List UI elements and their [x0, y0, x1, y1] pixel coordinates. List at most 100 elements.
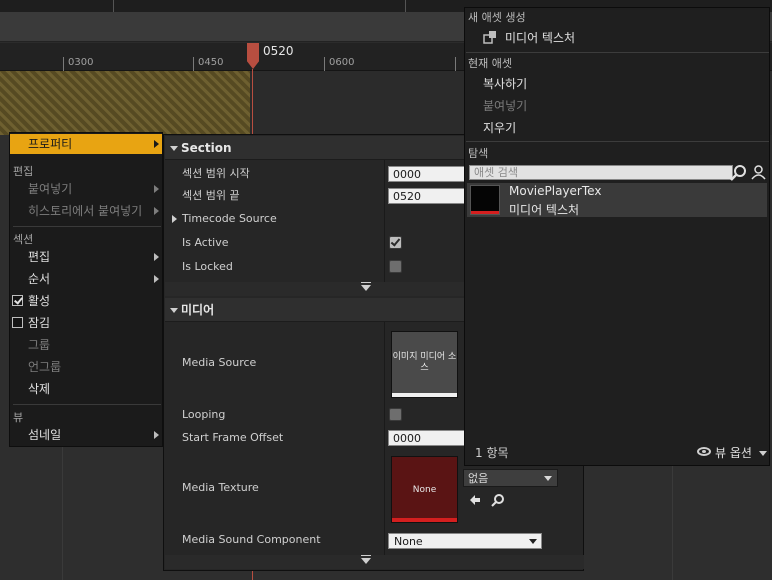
- view-options-label: 뷰 옵션: [715, 446, 752, 460]
- new-asset-icon: [483, 31, 496, 44]
- menu-item-ungroup[interactable]: 언그룹: [10, 357, 162, 377]
- is-active-checkbox[interactable]: [389, 236, 402, 249]
- range-start-input[interactable]: 0000: [388, 166, 468, 182]
- prop-label: Start Frame Offset: [182, 431, 284, 444]
- menu-item-delete[interactable]: 삭제: [10, 379, 162, 399]
- prop-label: Looping: [182, 408, 226, 421]
- collapse-arrow-icon: [170, 146, 178, 151]
- clear-item[interactable]: 지우기: [483, 119, 516, 136]
- prop-label: Media Sound Component: [182, 533, 321, 546]
- is-locked-checkbox[interactable]: [389, 260, 402, 273]
- locked-checkbox[interactable]: [12, 317, 23, 328]
- collapse-arrow-icon: [170, 308, 178, 313]
- expand-down-icon: [361, 555, 371, 564]
- thumbnail-type-bar: [392, 393, 457, 397]
- playhead-time-label: 0520: [263, 44, 294, 58]
- menu-header-edit: 편집: [13, 165, 34, 178]
- menu-item-properties[interactable]: 프로퍼티: [10, 134, 162, 154]
- menu-header-current-asset: 현재 애셋: [468, 57, 512, 70]
- chevron-down-icon: [529, 539, 537, 544]
- ruler-label: 0300: [68, 57, 94, 68]
- create-media-texture-item[interactable]: 미디어 텍스처: [505, 29, 575, 46]
- ruler-tick: [455, 57, 456, 71]
- menu-item-order[interactable]: 순서: [10, 269, 162, 289]
- prop-label: Is Locked: [182, 260, 233, 273]
- asset-name: MoviePlayerTex: [509, 184, 602, 198]
- ruler-tick: [193, 57, 194, 71]
- thumbnail-type-bar: [471, 211, 499, 214]
- menu-item-label: 활성: [28, 294, 51, 308]
- menu-separator: [466, 141, 769, 142]
- menu-item-label: 붙여넣기: [28, 182, 73, 196]
- prop-label: 섹션 범위 시작: [182, 167, 250, 180]
- asset-thumbnail: [470, 185, 500, 215]
- media-source-thumbnail[interactable]: 이미지 미디어 소스: [391, 331, 458, 398]
- menu-item-label: 순서: [28, 272, 51, 286]
- submenu-arrow-icon: [154, 253, 159, 261]
- media-texture-thumbnail[interactable]: None: [391, 456, 458, 523]
- browse-search-icon[interactable]: [491, 493, 505, 507]
- asset-picker-menu: 새 애셋 생성 미디어 텍스처 현재 애셋 복사하기 붙여넣기 지우기 탐색 애…: [464, 7, 770, 466]
- menu-separator: [13, 404, 161, 405]
- media-section-bar[interactable]: [0, 71, 250, 135]
- menu-item-label: 잠김: [28, 316, 51, 330]
- menu-item-paste[interactable]: 붙여넣기: [10, 179, 162, 199]
- menu-header-section: 섹션: [13, 233, 34, 246]
- menu-header-browse: 탐색: [468, 147, 489, 160]
- menu-separator: [466, 52, 769, 53]
- ruler-label: 0450: [198, 57, 224, 68]
- thumbnail-type-bar: [392, 518, 457, 522]
- prop-label: Is Active: [182, 236, 229, 249]
- asset-list-item[interactable]: MoviePlayerTex 미디어 텍스처: [467, 183, 767, 217]
- search-icon[interactable]: [730, 164, 747, 181]
- menu-item-paste-history[interactable]: 히스토리에서 붙여넣기: [10, 201, 162, 221]
- eye-icon: [697, 447, 711, 456]
- prop-label: Timecode Source: [182, 212, 277, 225]
- menu-item-edit[interactable]: 편집: [10, 247, 162, 267]
- media-sound-dropdown[interactable]: None: [388, 533, 542, 549]
- looping-checkbox[interactable]: [389, 408, 402, 421]
- ruler-label: 0600: [329, 57, 355, 68]
- range-end-input[interactable]: 0520: [388, 188, 468, 204]
- top-tick: [405, 0, 406, 12]
- view-options-button[interactable]: 뷰 옵션: [697, 444, 767, 461]
- menu-item-label: 편집: [28, 250, 51, 264]
- menu-item-thumbnail[interactable]: 섬네일: [10, 425, 162, 445]
- dropdown-value: 없음: [468, 472, 489, 485]
- paste-item[interactable]: 붙여넣기: [483, 97, 527, 114]
- item-count: 1 항목: [475, 446, 509, 460]
- prop-label: Media Source: [182, 356, 257, 369]
- submenu-arrow-icon: [154, 431, 159, 439]
- menu-item-locked[interactable]: 잠김: [10, 313, 162, 333]
- copy-item[interactable]: 복사하기: [483, 75, 527, 92]
- submenu-arrow-icon: [154, 207, 159, 215]
- asset-type: 미디어 텍스처: [509, 203, 580, 217]
- thumbnail-text: None: [412, 485, 437, 495]
- category-title: Section: [181, 141, 232, 155]
- media-texture-dropdown[interactable]: 없음: [463, 469, 558, 487]
- asset-search-input[interactable]: 애셋 검색: [469, 165, 733, 180]
- submenu-arrow-icon: [154, 140, 159, 148]
- menu-item-label: 그룹: [28, 338, 51, 352]
- active-checkbox[interactable]: [12, 295, 23, 306]
- menu-separator: [13, 226, 161, 227]
- menu-item-label: 섬네일: [28, 428, 62, 442]
- menu-item-label: 언그룹: [28, 360, 62, 374]
- submenu-arrow-icon: [154, 185, 159, 193]
- user-filter-icon[interactable]: [751, 165, 766, 180]
- ruler-tick: [324, 57, 325, 71]
- menu-header-create-asset: 새 애셋 생성: [468, 11, 526, 24]
- expand-arrow-icon[interactable]: [172, 215, 177, 223]
- menu-item-label: 프로퍼티: [28, 137, 73, 151]
- submenu-arrow-icon: [154, 275, 159, 283]
- advanced-expander[interactable]: [165, 555, 584, 569]
- section-context-menu: 프로퍼티 편집 붙여넣기 히스토리에서 붙여넣기 섹션 편집 순서 활성 잠김 …: [9, 132, 163, 447]
- use-selected-arrow-icon[interactable]: [468, 493, 482, 507]
- thumbnail-text: 이미지 미디어 소스: [392, 352, 457, 373]
- prop-label: Media Texture: [182, 481, 259, 494]
- start-frame-offset-input[interactable]: 0000: [388, 430, 468, 446]
- menu-item-group[interactable]: 그룹: [10, 335, 162, 355]
- menu-item-active[interactable]: 활성: [10, 291, 162, 311]
- dropdown-value: None: [394, 535, 423, 548]
- prop-label: 섹션 범위 끝: [182, 189, 240, 202]
